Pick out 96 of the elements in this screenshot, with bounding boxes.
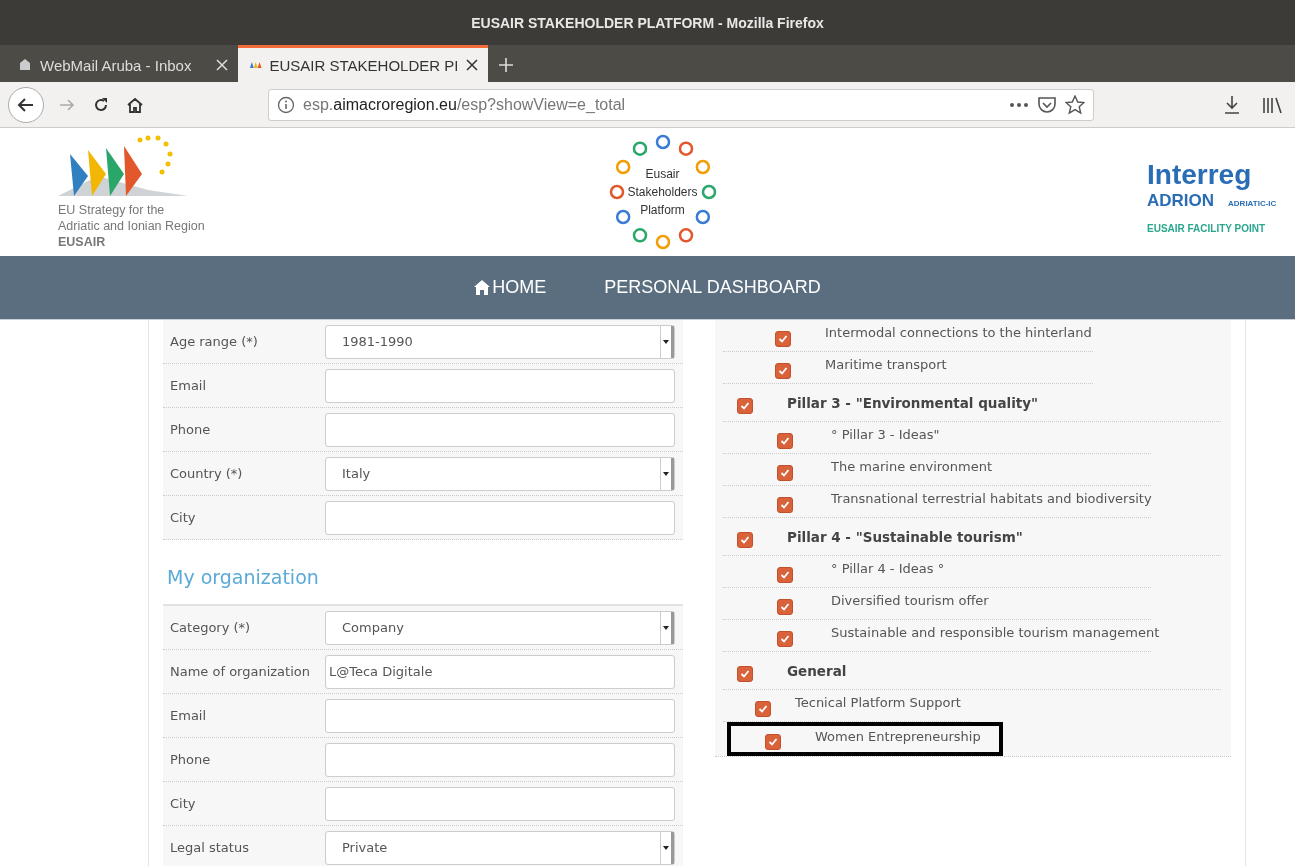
group-label: Pillar 4 - "Sustainable tourism" bbox=[787, 528, 1023, 545]
field-label: Email bbox=[170, 708, 208, 723]
field-label: City bbox=[170, 510, 197, 525]
topic-label: Tecnical Platform Support bbox=[795, 695, 961, 710]
home-icon bbox=[126, 95, 144, 114]
logo-text: EU Strategy for the bbox=[58, 202, 166, 218]
checkmark-icon bbox=[780, 569, 790, 580]
select-field[interactable]: Company bbox=[325, 610, 675, 645]
select-field[interactable]: Italy bbox=[325, 456, 675, 491]
topic-label: Maritime transport bbox=[825, 357, 947, 372]
back-arrow-icon bbox=[17, 95, 35, 114]
download-icon bbox=[1223, 94, 1241, 115]
input-field[interactable] bbox=[325, 412, 675, 447]
checkmark-icon bbox=[758, 703, 768, 714]
more-icon[interactable] bbox=[1009, 101, 1029, 108]
nav-link[interactable]: PERSONAL DASHBOARD bbox=[604, 277, 821, 298]
input-field[interactable] bbox=[325, 786, 675, 821]
checkmark-icon bbox=[780, 435, 790, 446]
close-icon[interactable] bbox=[466, 59, 478, 71]
input-field[interactable] bbox=[325, 742, 675, 777]
field-label: Email bbox=[170, 378, 208, 393]
address-bar[interactable]: esp.aimacroregion.eu/esp?showView=e_total bbox=[268, 88, 1094, 121]
topic-label: Intermodal connections to the hinterland bbox=[825, 325, 1092, 340]
input-field[interactable]: L@Teca Digitale bbox=[325, 654, 675, 689]
reload-icon bbox=[92, 95, 110, 114]
checkbox[interactable] bbox=[737, 665, 753, 682]
field-label: Name of organization bbox=[170, 664, 311, 679]
logo-text: EUSAIR FACILITY POINT bbox=[1147, 222, 1267, 234]
logo-text: ADRION bbox=[1147, 190, 1215, 211]
plus-icon bbox=[498, 57, 514, 73]
tab-favicon-icon bbox=[18, 58, 32, 72]
topic-label: ° Pillar 3 - Ideas" bbox=[831, 427, 940, 442]
topic-label: Transnational terrestrial habitats and biodiversity bbox=[831, 491, 1152, 506]
input-field[interactable] bbox=[325, 698, 675, 733]
star-icon[interactable] bbox=[1065, 94, 1085, 115]
field-label: Phone bbox=[170, 422, 212, 437]
input-field[interactable] bbox=[325, 368, 675, 403]
topic-label: ° Pillar 4 - Ideas ° bbox=[831, 561, 945, 576]
checkmark-icon bbox=[780, 633, 790, 644]
checkbox[interactable] bbox=[765, 734, 781, 750]
logo-text: Platform bbox=[640, 202, 685, 219]
window-title: EUSAIR STAKEHOLDER PLATFORM - Mozilla Firefox bbox=[471, 14, 824, 31]
caret-icon bbox=[663, 625, 669, 630]
checkmark-icon bbox=[778, 333, 788, 344]
checkmark-icon bbox=[778, 365, 788, 376]
logo-text: Adriatic and Ionian Region bbox=[58, 218, 206, 234]
back-button[interactable] bbox=[8, 86, 44, 123]
browser-tab[interactable]: WebMail Aruba - Inbox bbox=[8, 45, 238, 82]
field-label: Phone bbox=[170, 752, 212, 767]
field-label: Category (*) bbox=[170, 620, 252, 635]
field-label: City bbox=[170, 796, 197, 811]
caret-icon bbox=[663, 471, 669, 476]
checkmark-icon bbox=[740, 534, 750, 545]
topic-label: Diversified tourism offer bbox=[831, 593, 989, 608]
topic-label: Women Entrepreneurship bbox=[815, 728, 981, 744]
info-icon bbox=[277, 95, 295, 114]
brand-text: Interreg bbox=[1147, 158, 1253, 191]
home-icon bbox=[474, 280, 491, 295]
checkmark-icon bbox=[740, 668, 750, 679]
checkmark-icon bbox=[780, 467, 790, 478]
topic-label: Sustainable and responsible tourism management bbox=[831, 625, 1160, 640]
logo-text: Eusair bbox=[645, 166, 680, 183]
logo-text: ADRIATIC-IC bbox=[1228, 198, 1277, 208]
logo-text: Stakeholders bbox=[627, 184, 698, 201]
nav-link[interactable]: HOME bbox=[474, 277, 547, 298]
caret-icon bbox=[663, 845, 669, 850]
checkmark-icon bbox=[780, 601, 790, 612]
url-text: esp.aimacroregion.eu/esp?showView=e_total bbox=[303, 95, 627, 114]
group-label: General bbox=[787, 662, 847, 679]
select-field[interactable]: Private bbox=[325, 830, 675, 865]
checkbox[interactable] bbox=[775, 330, 791, 347]
checkmark-icon bbox=[768, 737, 778, 747]
checkmark-icon bbox=[740, 400, 750, 411]
checkbox[interactable] bbox=[777, 464, 793, 481]
section-title: My organization bbox=[167, 566, 320, 588]
group-label: Pillar 3 - "Environmental quality" bbox=[787, 394, 1039, 411]
checkbox[interactable] bbox=[755, 700, 771, 717]
input-field[interactable] bbox=[325, 500, 675, 535]
field-label: Country (*) bbox=[170, 466, 244, 481]
checkbox[interactable] bbox=[777, 432, 793, 449]
field-label: Age range (*) bbox=[170, 334, 259, 349]
topic-label: The marine environment bbox=[831, 459, 993, 474]
checkbox[interactable] bbox=[777, 566, 793, 583]
checkbox[interactable] bbox=[737, 397, 753, 414]
logo-text: EUSAIR bbox=[58, 234, 107, 250]
checkmark-icon bbox=[780, 499, 790, 510]
caret-icon bbox=[663, 339, 669, 344]
browser-tab[interactable]: EUSAIR STAKEHOLDER PI bbox=[238, 45, 488, 82]
field-label: Legal status bbox=[170, 840, 250, 855]
pocket-icon[interactable] bbox=[1037, 95, 1057, 114]
checkbox[interactable] bbox=[777, 496, 793, 513]
checkbox[interactable] bbox=[777, 598, 793, 615]
checkbox[interactable] bbox=[777, 630, 793, 647]
select-field[interactable]: 1981-1990 bbox=[325, 324, 675, 359]
checkbox[interactable] bbox=[775, 362, 791, 379]
checkbox[interactable] bbox=[737, 531, 753, 548]
